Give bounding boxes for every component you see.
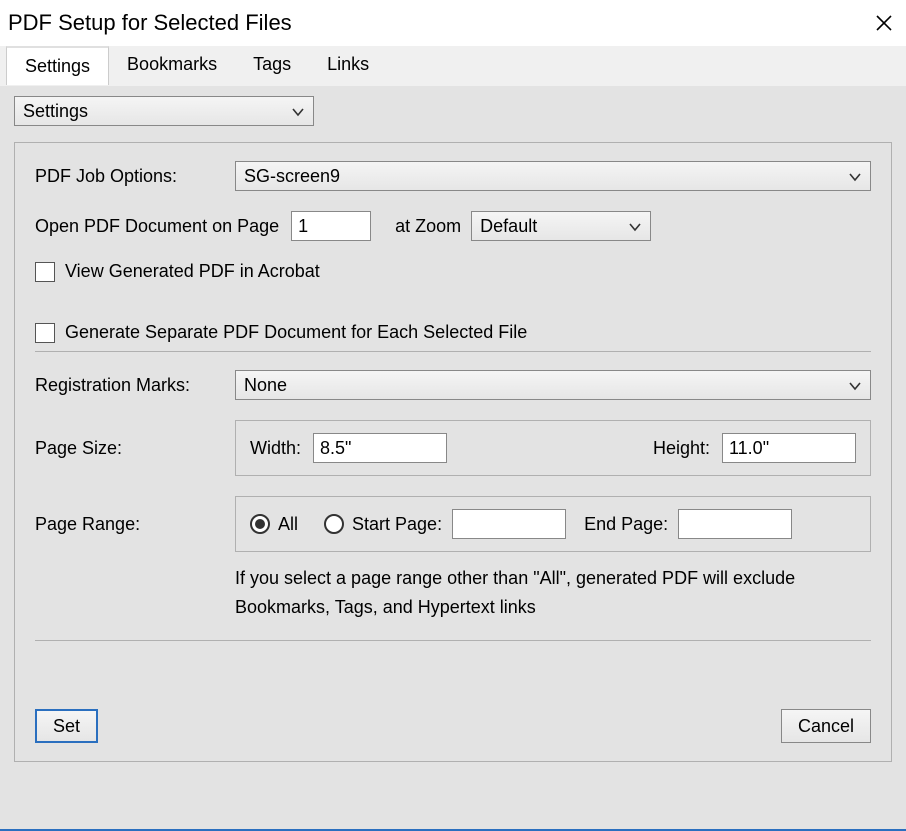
width-label: Width: xyxy=(250,438,301,459)
chevron-down-icon xyxy=(628,216,642,237)
open-page-input[interactable] xyxy=(291,211,371,241)
tab-links[interactable]: Links xyxy=(309,46,387,85)
close-button[interactable] xyxy=(872,11,896,35)
divider xyxy=(35,351,871,352)
height-label: Height: xyxy=(653,438,710,459)
zoom-select[interactable]: Default xyxy=(471,211,651,241)
dialog-buttons: Set Cancel xyxy=(35,709,871,743)
section-select[interactable]: Settings xyxy=(14,96,314,126)
page-range-box: All Start Page: End Page: xyxy=(235,496,871,552)
close-icon xyxy=(875,14,893,32)
end-page-label: End Page: xyxy=(584,514,668,535)
page-range-note: If you select a page range other than "A… xyxy=(235,560,805,622)
registration-marks-label: Registration Marks: xyxy=(35,375,235,396)
tab-settings[interactable]: Settings xyxy=(6,46,109,85)
open-page-label: Open PDF Document on Page xyxy=(35,216,279,237)
page-range-all-label: All xyxy=(278,514,298,535)
registration-marks-value: None xyxy=(244,375,287,396)
button-label: Cancel xyxy=(798,716,854,737)
settings-group: PDF Job Options: SG-screen9 Open PDF Doc… xyxy=(14,142,892,762)
height-input[interactable] xyxy=(722,433,856,463)
tab-label: Tags xyxy=(253,54,291,74)
tabs: Settings Bookmarks Tags Links xyxy=(0,46,906,86)
chevron-down-icon xyxy=(848,166,862,187)
job-options-value: SG-screen9 xyxy=(244,166,340,187)
job-options-label: PDF Job Options: xyxy=(35,166,235,187)
chevron-down-icon xyxy=(848,375,862,396)
set-button[interactable]: Set xyxy=(35,709,98,743)
tab-label: Links xyxy=(327,54,369,74)
page-range-label: Page Range: xyxy=(35,514,235,535)
end-page-input[interactable] xyxy=(678,509,792,539)
view-in-acrobat-checkbox[interactable] xyxy=(35,262,55,282)
start-page-input[interactable] xyxy=(452,509,566,539)
divider xyxy=(35,640,871,641)
button-label: Set xyxy=(53,716,80,737)
window-title: PDF Setup for Selected Files xyxy=(8,10,292,36)
tab-bookmarks[interactable]: Bookmarks xyxy=(109,46,235,85)
page-size-box: Width: Height: xyxy=(235,420,871,476)
cancel-button[interactable]: Cancel xyxy=(781,709,871,743)
page-range-all-radio[interactable] xyxy=(250,514,270,534)
page-range-start-radio[interactable] xyxy=(324,514,344,534)
at-zoom-label: at Zoom xyxy=(395,216,461,237)
tab-label: Bookmarks xyxy=(127,54,217,74)
section-select-value: Settings xyxy=(23,101,88,122)
separate-pdf-label: Generate Separate PDF Document for Each … xyxy=(65,322,527,343)
start-page-label: Start Page: xyxy=(352,514,442,535)
page-size-label: Page Size: xyxy=(35,438,235,459)
job-options-select[interactable]: SG-screen9 xyxy=(235,161,871,191)
zoom-value: Default xyxy=(480,216,537,237)
view-in-acrobat-label: View Generated PDF in Acrobat xyxy=(65,261,320,282)
tab-tags[interactable]: Tags xyxy=(235,46,309,85)
settings-panel: Settings PDF Job Options: SG-screen9 Ope… xyxy=(0,86,906,829)
registration-marks-select[interactable]: None xyxy=(235,370,871,400)
title-bar: PDF Setup for Selected Files xyxy=(0,0,906,46)
separate-pdf-checkbox[interactable] xyxy=(35,323,55,343)
tab-label: Settings xyxy=(25,56,90,76)
width-input[interactable] xyxy=(313,433,447,463)
chevron-down-icon xyxy=(291,101,305,122)
